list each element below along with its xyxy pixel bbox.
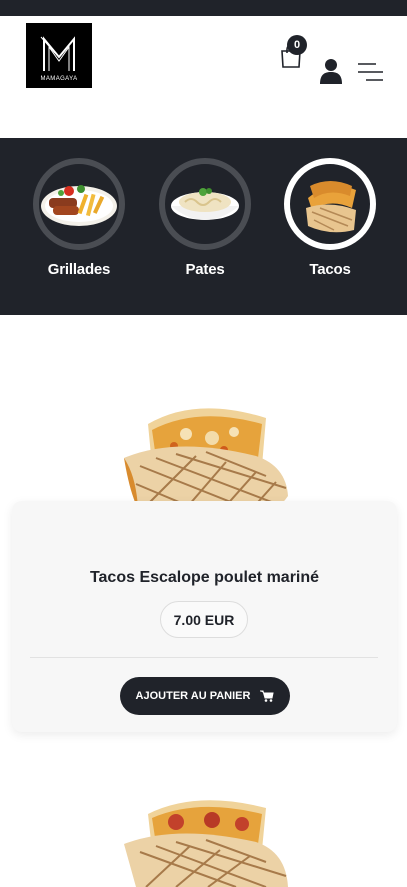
grill-plate-icon (41, 185, 117, 226)
category-image-grillades (33, 158, 125, 250)
category-label: Pates (185, 261, 225, 278)
site-logo[interactable]: MAMAGAYA (26, 23, 92, 88)
divider (30, 657, 378, 658)
menu-icon[interactable] (356, 62, 384, 82)
user-icon[interactable] (319, 58, 343, 84)
category-pates[interactable]: Pates (159, 158, 251, 278)
tacos-icon (306, 181, 356, 233)
product-price: 7.00 EUR (160, 601, 248, 638)
cart-icon (260, 690, 275, 702)
category-label: Grillades (47, 261, 111, 278)
category-grillades[interactable]: Grillades (33, 158, 125, 278)
product-title: Tacos Escalope poulet mariné (89, 569, 320, 586)
logo-text: MAMAGAYA (40, 76, 78, 82)
add-to-cart-label: AJOUTER AU PANIER (135, 690, 251, 702)
product-image-next[interactable] (116, 790, 296, 887)
pasta-bowl-icon (171, 188, 239, 220)
add-to-cart-button[interactable]: AJOUTER AU PANIER (120, 677, 290, 715)
category-tacos[interactable]: Tacos (284, 158, 376, 278)
top-bar (0, 0, 407, 16)
product-card: Tacos Escalope poulet mariné 7.00 EUR AJ… (12, 501, 397, 732)
category-label: Tacos (309, 261, 351, 278)
category-image-pates (159, 158, 251, 250)
category-image-tacos (284, 158, 376, 250)
site-header: MAMAGAYA 0 (0, 16, 407, 138)
cart-count-badge: 0 (287, 35, 307, 55)
category-bar: Grillades Pates Tacos (0, 138, 407, 315)
